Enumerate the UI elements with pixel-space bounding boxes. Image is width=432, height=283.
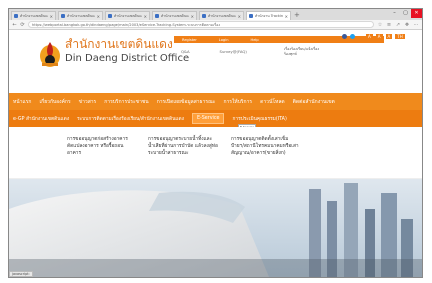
more-menu-icon[interactable]: ⋯ bbox=[413, 22, 419, 28]
close-tab-icon[interactable]: ✕ bbox=[50, 14, 53, 19]
browser-tab[interactable]: สำนักงานเขตดินแดง - Facebook✕ bbox=[11, 11, 56, 20]
nav-ita[interactable]: การประเมินคุณธรรม(ITA) bbox=[232, 115, 286, 123]
font-small-button[interactable]: A bbox=[366, 34, 373, 39]
nav-about[interactable]: เกี่ยวกับองค์กร bbox=[39, 98, 70, 106]
back-icon[interactable]: ← bbox=[12, 22, 17, 28]
favicon-icon bbox=[155, 14, 159, 18]
reading-list-icon[interactable]: ≡ bbox=[386, 22, 392, 28]
font-large-button[interactable]: A bbox=[375, 34, 383, 39]
share-icon[interactable]: ↗ bbox=[395, 22, 401, 28]
browser-tab[interactable]: สำนักงานเขตดินแดง✕ bbox=[58, 11, 103, 20]
district-logo-icon bbox=[40, 42, 60, 67]
register-link[interactable]: Register bbox=[182, 38, 197, 42]
facebook-icon[interactable] bbox=[342, 34, 347, 39]
nav-public-service[interactable]: การบริการประชาชน bbox=[104, 98, 148, 106]
favicon-icon bbox=[14, 14, 18, 18]
twitter-icon[interactable] bbox=[350, 34, 355, 39]
close-tab-icon[interactable]: ✕ bbox=[238, 14, 241, 19]
nav-home[interactable]: หน้าแรก bbox=[13, 98, 31, 106]
dropdown-item-antenna-permit[interactable]: การขออนุญาตติดตั้งเสาเข็มป้ายฯ/สถานีโทรค… bbox=[231, 136, 301, 157]
help-link[interactable]: Help bbox=[251, 38, 259, 42]
browser-tab[interactable]: สำนักงานเขตดินแดง - สำนักงาน✕ bbox=[199, 11, 244, 20]
browser-tab[interactable]: สำนักงานเขตดินแดง - Facebook✕ bbox=[152, 11, 197, 20]
survey-link[interactable]: Survey@(FAQ) bbox=[220, 49, 247, 54]
refresh-icon[interactable]: ⟳ bbox=[20, 22, 25, 28]
maximize-icon[interactable]: ▢ bbox=[400, 9, 411, 18]
close-tab-icon[interactable]: ✕ bbox=[285, 14, 288, 19]
close-window-icon[interactable]: ✕ bbox=[411, 9, 422, 18]
complaint-link[interactable]: เรื่องร้องเรียน/แจ้งเรื่อง ร้องทุกข์ bbox=[284, 47, 324, 56]
login-link[interactable]: Login bbox=[219, 38, 229, 42]
nav-contact[interactable]: ติดต่อสำนักงานเขต bbox=[293, 98, 335, 106]
eservice-dropdown: การขออนุญาตก่อสร้างอาคาร ดัดแปลงอาคาร หร… bbox=[9, 127, 422, 179]
nav-services[interactable]: การให้บริการ bbox=[223, 98, 252, 106]
address-bar: ← ⟳ https://webportal.bangkok.go.th/dind… bbox=[9, 20, 422, 30]
url-field[interactable]: https://webportal.bangkok.go.th/dindaeng… bbox=[28, 21, 374, 28]
browser-tab-active[interactable]: สำนักงาน Tracking Sy...✕ bbox=[246, 11, 291, 20]
nav-news[interactable]: ข่าวสาร bbox=[79, 98, 97, 106]
nav-egp[interactable]: e-GP สำนักงานเขตดินแดง bbox=[13, 115, 69, 123]
site-header: สำนักงานเขตดินแดง Din Daeng District Off… bbox=[9, 31, 422, 81]
extension-icon[interactable]: ❖ bbox=[404, 22, 410, 28]
hero-banner-image: javascript: bbox=[9, 179, 422, 277]
favicon-icon bbox=[202, 14, 206, 18]
social-links bbox=[342, 34, 355, 39]
favorite-star-icon[interactable]: ☆ bbox=[377, 22, 383, 28]
nav-row-1: หน้าแรก เกี่ยวกับองค์กร ข่าวสาร การบริกา… bbox=[9, 93, 422, 110]
site-title-th[interactable]: สำนักงานเขตดินแดง bbox=[65, 35, 173, 54]
language-button[interactable]: TH bbox=[395, 34, 405, 39]
faq-area: Q&A Survey@(FAQ) bbox=[181, 49, 247, 54]
browser-window: สำนักงานเขตดินแดง - Facebook✕ สำนักงานเข… bbox=[8, 8, 423, 278]
close-tab-icon[interactable]: ✕ bbox=[191, 14, 194, 19]
dropdown-item-drainage-permit[interactable]: การขออนุญาตระบายน้ำทิ้งและน้ำเสียที่ผ่าน… bbox=[148, 136, 218, 157]
dropdown-item-building-permit[interactable]: การขออนุญาตก่อสร้างอาคาร ดัดแปลงอาคาร หร… bbox=[67, 136, 137, 157]
close-tab-icon[interactable]: ✕ bbox=[144, 14, 147, 19]
status-bar: javascript: bbox=[9, 271, 33, 277]
site-title-en[interactable]: Din Daeng District Office bbox=[65, 53, 189, 64]
minimize-icon[interactable]: – bbox=[389, 9, 400, 18]
tab-strip: สำนักงานเขตดินแดง - Facebook✕ สำนักงานเข… bbox=[9, 9, 422, 20]
nav-download[interactable]: ดาวน์โหลด bbox=[260, 98, 285, 106]
close-tab-icon[interactable]: ✕ bbox=[97, 14, 100, 19]
new-tab-button[interactable]: + bbox=[294, 11, 300, 20]
faq-link[interactable]: Q&A bbox=[181, 49, 190, 54]
nav-tracking[interactable]: ระบบการติดตามเรื่องร้องเรียน/สำนักงานเขต… bbox=[77, 115, 184, 123]
window-controls: – ▢ ✕ bbox=[389, 9, 422, 19]
favicon-icon bbox=[61, 14, 65, 18]
favicon-icon bbox=[108, 14, 112, 18]
font-size-controls: A A A TH bbox=[366, 34, 405, 39]
main-navigation: หน้าแรก เกี่ยวกับองค์กร ข่าวสาร การบริกา… bbox=[9, 93, 422, 127]
font-contrast-button[interactable]: A bbox=[385, 34, 393, 39]
nav-eservice[interactable]: E-Service bbox=[191, 113, 225, 124]
browser-tab[interactable]: สำนักงานเขตดินแดง - Facebook✕ bbox=[105, 11, 150, 20]
favicon-icon bbox=[249, 14, 253, 18]
hero-photo bbox=[9, 179, 422, 277]
nav-public-data[interactable]: การเปิดเผยข้อมูลสาธารณะ bbox=[157, 98, 216, 106]
nav-row-2: e-GP สำนักงานเขตดินแดง ระบบการติดตามเรื่… bbox=[9, 110, 422, 127]
